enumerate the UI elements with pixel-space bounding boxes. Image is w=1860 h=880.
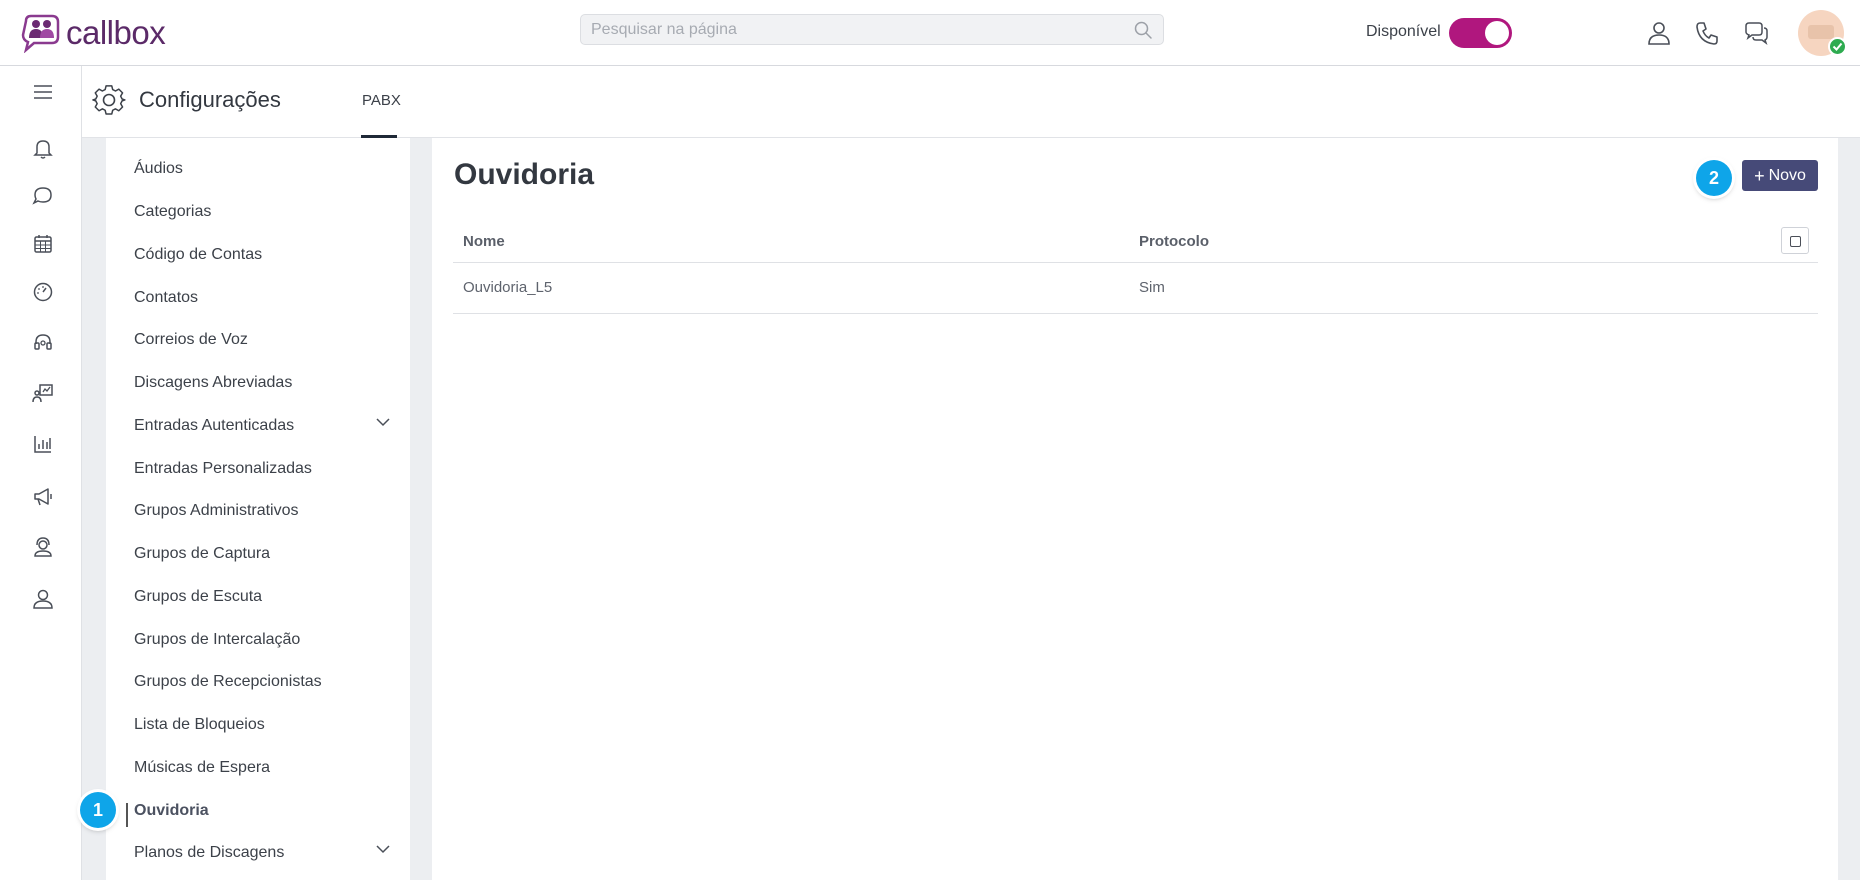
- new-button[interactable]: + Novo: [1742, 160, 1818, 191]
- chevron-down-icon[interactable]: [374, 413, 392, 431]
- callbox-logo[interactable]: callbox: [20, 13, 166, 53]
- megaphone-icon[interactable]: [31, 484, 55, 508]
- menu-item-ouvidoria[interactable]: Ouvidoria: [134, 802, 209, 820]
- table-header: Nome Protocolo: [453, 220, 1818, 263]
- menu-item-grupos-de-captura[interactable]: Grupos de Captura: [134, 545, 270, 563]
- content-panel: Ouvidoria + Novo Nome Protocolo Ouvidori…: [432, 138, 1838, 880]
- search-input[interactable]: [581, 15, 1121, 44]
- availability-toggle[interactable]: [1449, 18, 1512, 48]
- plus-icon: +: [1754, 165, 1765, 186]
- profile-icon[interactable]: [31, 587, 55, 611]
- phone-icon[interactable]: [1694, 20, 1720, 46]
- step-badge-1: 1: [80, 792, 116, 828]
- top-bar: callbox Disponível: [0, 0, 1860, 66]
- search-icon[interactable]: [1133, 20, 1153, 40]
- menu-item-codigo-de-contas[interactable]: Código de Contas: [134, 246, 262, 264]
- chevron-down-icon[interactable]: [374, 840, 392, 858]
- cell-nome: Ouvidoria_L5: [463, 279, 553, 296]
- logo-text: callbox: [66, 14, 166, 51]
- sub-header: Configurações PABX: [82, 66, 1860, 138]
- column-header-protocolo[interactable]: Protocolo: [1139, 233, 1209, 250]
- chat-bubble-icon[interactable]: [31, 184, 55, 208]
- menu-item-discagens-abreviadas[interactable]: Discagens Abreviadas: [134, 374, 292, 392]
- toggle-knob: [1485, 21, 1509, 45]
- bar-chart-icon[interactable]: [31, 432, 55, 456]
- gear-icon: [92, 85, 126, 115]
- search-box: [580, 14, 1164, 45]
- menu-item-grupos-administrativos[interactable]: Grupos Administrativos: [134, 502, 299, 520]
- availability-label: Disponível: [1366, 23, 1441, 40]
- column-header-nome[interactable]: Nome: [463, 233, 505, 250]
- dashboard-gauge-icon[interactable]: [31, 280, 55, 304]
- new-button-label: Novo: [1768, 166, 1806, 184]
- tab-pabx[interactable]: PABX: [362, 92, 401, 109]
- menu-item-entradas-autenticadas[interactable]: Entradas Autenticadas: [134, 417, 294, 435]
- step-badge-2: 2: [1696, 160, 1732, 196]
- menu-item-planos-de-discagens[interactable]: Planos de Discagens: [134, 844, 284, 862]
- menu-item-lista-de-bloqueios[interactable]: Lista de Bloqueios: [134, 716, 265, 734]
- logo-icon: [21, 14, 60, 53]
- section-title: Ouvidoria: [454, 158, 595, 191]
- ouvidoria-table: Nome Protocolo Ouvidoria_L5 Sim: [453, 220, 1818, 314]
- menu-item-correios-de-voz[interactable]: Correios de Voz: [134, 331, 248, 349]
- headset-icon[interactable]: [31, 330, 55, 354]
- cell-protocolo: Sim: [1139, 279, 1165, 296]
- menu-item-audios[interactable]: Áudios: [134, 160, 183, 178]
- column-selector-button[interactable]: [1781, 227, 1809, 254]
- bell-icon[interactable]: [31, 136, 55, 160]
- user-icon[interactable]: [1646, 20, 1672, 46]
- presentation-icon[interactable]: [31, 381, 55, 405]
- menu-item-grupos-de-recepcionistas[interactable]: Grupos de Recepcionistas: [134, 673, 322, 691]
- chat-icon[interactable]: [1743, 20, 1769, 46]
- calendar-icon[interactable]: [31, 232, 55, 256]
- menu-item-grupos-de-escuta[interactable]: Grupos de Escuta: [134, 588, 262, 606]
- left-rail: [0, 66, 82, 880]
- menu-item-contatos[interactable]: Contatos: [134, 289, 198, 307]
- settings-menu: Áudios Categorias Código de Contas Conta…: [106, 138, 410, 880]
- menu-item-entradas-personalizadas[interactable]: Entradas Personalizadas: [134, 460, 312, 478]
- support-agent-icon[interactable]: [31, 535, 55, 559]
- page-title: Configurações: [139, 87, 281, 112]
- menu-item-musicas-de-espera[interactable]: Músicas de Espera: [134, 759, 270, 777]
- menu-item-grupos-de-intercalacao[interactable]: Grupos de Intercalação: [134, 631, 300, 649]
- hamburger-menu-icon[interactable]: [31, 80, 55, 104]
- avatar[interactable]: [1798, 10, 1847, 56]
- table-row[interactable]: Ouvidoria_L5 Sim: [453, 263, 1818, 314]
- online-status-icon: [1828, 37, 1847, 56]
- square-icon: [1790, 236, 1801, 247]
- active-item-indicator: [126, 803, 128, 827]
- avatar-image: [1808, 25, 1834, 39]
- menu-item-categorias[interactable]: Categorias: [134, 203, 211, 221]
